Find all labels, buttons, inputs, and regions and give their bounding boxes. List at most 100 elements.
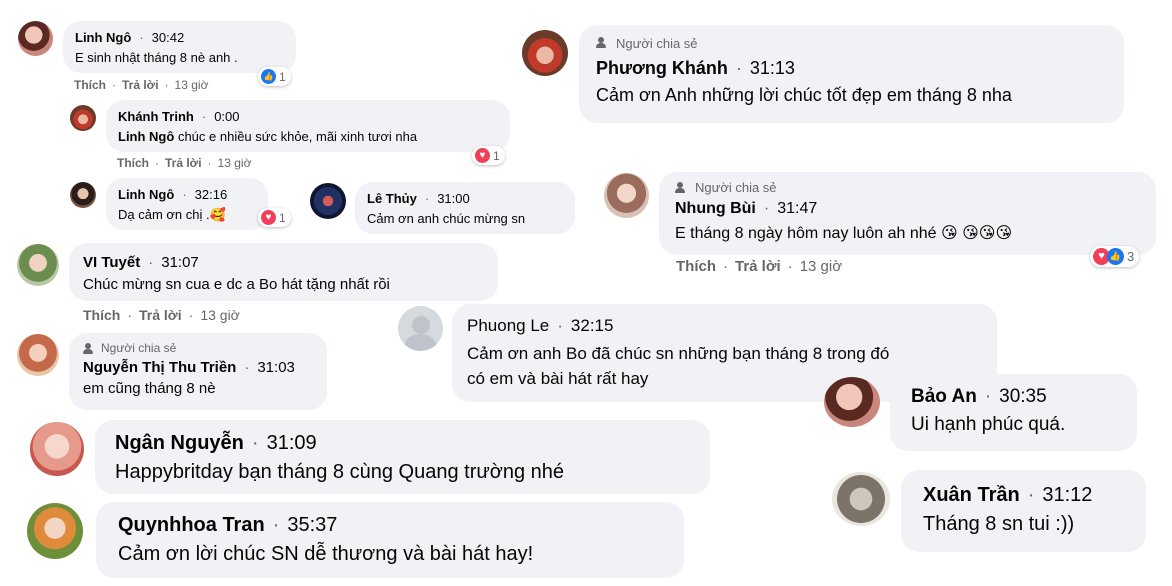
- comment-text: Tháng 8 sn tui :)): [923, 513, 1075, 535]
- comment-time[interactable]: 30:35: [999, 386, 1047, 407]
- avatar[interactable]: [27, 503, 83, 559]
- comment-text: E tháng 8 ngày hôm nay luôn ah nhé 😘 😘😘😘: [675, 225, 1013, 242]
- comment-actions: Thích · Trả lời · 13 giờ: [117, 156, 252, 170]
- comment-author[interactable]: Nguyễn Thị Thu Triền: [83, 359, 236, 376]
- comment-text: Cảm ơn anh Bo đã chúc sn những bạn tháng…: [467, 344, 890, 363]
- comment-time[interactable]: 31:09: [267, 432, 317, 454]
- comment-actions: Thích · Trả lời · 13 giờ: [83, 307, 240, 323]
- comment-bubble: Người chia sẻ Nguyễn Thị Thu Triền · 31:03…: [69, 333, 327, 410]
- comment-time[interactable]: 0:00: [214, 109, 239, 124]
- mention-tag[interactable]: Linh Ngô: [118, 129, 174, 144]
- people-icon: [675, 181, 689, 194]
- comment-time[interactable]: 35:37: [287, 514, 337, 536]
- comment-time[interactable]: 31:03: [257, 359, 295, 376]
- comment-author[interactable]: Xuân Trần: [923, 484, 1020, 506]
- comment-bubble: Bảo An · 30:35 Ui hạnh phúc quá.: [890, 374, 1137, 451]
- people-icon: [596, 37, 610, 50]
- comment-bubble: Xuân Trần · 31:12 Tháng 8 sn tui :)): [901, 470, 1146, 552]
- sharer-label: Người chia sẻ: [616, 36, 698, 51]
- comment-text: Happybritday bạn tháng 8 cùng Quang trườ…: [115, 461, 565, 483]
- comment-time[interactable]: 31:07: [161, 254, 199, 271]
- avatar[interactable]: [17, 244, 59, 286]
- like-link[interactable]: Thích: [74, 78, 106, 92]
- like-link[interactable]: Thích: [83, 307, 120, 323]
- avatar[interactable]: [604, 173, 649, 218]
- reply-link[interactable]: Trả lời: [165, 156, 202, 170]
- comment-text: Ui hạnh phúc quá.: [911, 414, 1066, 435]
- avatar[interactable]: [310, 183, 346, 219]
- reply-link[interactable]: Trả lời: [139, 307, 182, 323]
- sharer-label: Người chia sẻ: [101, 341, 177, 355]
- reaction-badge[interactable]: 1: [258, 67, 291, 86]
- sharer-badge: Người chia sẻ: [675, 180, 1140, 195]
- comment-bubble: Lê Thủy · 31:00 Cảm ơn anh chúc mừng sn: [355, 182, 575, 234]
- comment-bubble: Khánh Trinh · 0:00 Linh Ngô chúc e nhiều s…: [106, 100, 510, 152]
- comment-text: Dạ cảm ơn chị .🥰: [118, 207, 226, 222]
- avatar[interactable]: [70, 182, 96, 208]
- comment-author[interactable]: Phuong Le: [467, 316, 549, 335]
- comment-bubble: Linh Ngô · 32:16 Dạ cảm ơn chị .🥰: [106, 178, 268, 230]
- reaction-count: 1: [279, 69, 286, 84]
- comment-bubble: Người chia sẻ Phương Khánh · 31:13 Cảm ơn …: [579, 25, 1124, 123]
- comment-text: Chúc mừng sn cua e dc a Bo hát tặng nhất…: [83, 276, 390, 293]
- comment-bubble: Ngân Nguyễn · 31:09 Happybritday bạn tháng…: [95, 420, 710, 494]
- like-link[interactable]: Thích: [676, 258, 716, 275]
- comment-author[interactable]: VI Tuyết: [83, 254, 140, 271]
- comment-author[interactable]: Bảo An: [911, 386, 977, 407]
- comment-actions: Thích · Trả lời · 13 giờ: [74, 78, 209, 92]
- sharer-badge: Người chia sẻ: [596, 36, 1107, 51]
- avatar[interactable]: [398, 306, 443, 351]
- comment-text: E sinh nhật tháng 8 nè anh .: [75, 50, 238, 65]
- comment-time[interactable]: 30:42: [152, 30, 185, 45]
- avatar[interactable]: [824, 377, 880, 427]
- like-icon: [1107, 248, 1124, 265]
- avatar[interactable]: [832, 472, 890, 526]
- comment-text: chúc e nhiều sức khỏe, mãi xinh tươi nha: [174, 129, 418, 144]
- avatar[interactable]: [18, 21, 53, 56]
- sharer-label: Người chia sẻ: [695, 180, 777, 195]
- comment-time[interactable]: 31:13: [750, 58, 795, 78]
- comment-age: 13 giờ: [200, 307, 240, 323]
- avatar[interactable]: [17, 334, 59, 376]
- comment-text: Cảm ơn anh chúc mừng sn: [367, 211, 526, 226]
- avatar[interactable]: [70, 105, 96, 131]
- comment-age: 13 giờ: [217, 156, 252, 170]
- reply-link[interactable]: Trả lời: [735, 258, 781, 275]
- comment-author[interactable]: Ngân Nguyễn: [115, 432, 244, 454]
- comment-author[interactable]: Lê Thủy: [367, 191, 417, 206]
- comment-author[interactable]: Linh Ngô: [118, 187, 174, 202]
- reaction-badge[interactable]: 3: [1090, 246, 1140, 267]
- reaction-count: 1: [493, 148, 500, 163]
- comment-text: Cảm ơn lời chúc SN dễ thương và bài hát …: [118, 543, 534, 565]
- comment-author[interactable]: Khánh Trinh: [118, 109, 194, 124]
- heart-icon: [261, 210, 276, 225]
- comment-time[interactable]: 31:47: [777, 200, 817, 217]
- reaction-count: 1: [279, 210, 286, 225]
- heart-icon: [475, 148, 490, 163]
- comment-bubble: VI Tuyết · 31:07 Chúc mừng sn cua e dc a B…: [69, 243, 498, 301]
- comment-time[interactable]: 32:15: [571, 316, 614, 335]
- comment-author[interactable]: Nhung Bùi: [675, 200, 756, 217]
- comment-actions: Thích · Trả lời · 13 giờ: [676, 258, 843, 275]
- comment-text: em cũng tháng 8 nè: [83, 380, 216, 397]
- comment-author[interactable]: Quynhhoa Tran: [118, 514, 265, 536]
- reaction-badge[interactable]: 1: [258, 208, 291, 227]
- like-icon: [261, 69, 276, 84]
- comment-age: 13 giờ: [799, 258, 843, 275]
- comment-author[interactable]: Linh Ngô: [75, 30, 131, 45]
- sharer-badge: Người chia sẻ: [83, 341, 313, 355]
- comment-time[interactable]: 32:16: [195, 187, 228, 202]
- comment-time[interactable]: 31:12: [1042, 484, 1092, 506]
- comment-time[interactable]: 31:00: [437, 191, 470, 206]
- people-icon: [83, 342, 95, 354]
- avatar[interactable]: [30, 422, 84, 476]
- comment-age: 13 giờ: [174, 78, 209, 92]
- avatar[interactable]: [522, 30, 568, 76]
- reply-link[interactable]: Trả lời: [122, 78, 159, 92]
- reaction-badge[interactable]: 1: [472, 146, 505, 165]
- comment-bubble: Người chia sẻ Nhung Bùi · 31:47 E tháng 8 …: [659, 172, 1156, 255]
- comment-text: Cảm ơn Anh những lời chúc tốt đẹp em thá…: [596, 85, 1012, 105]
- comment-bubble: Linh Ngô · 30:42 E sinh nhật tháng 8 nè an…: [63, 21, 296, 73]
- comment-author[interactable]: Phương Khánh: [596, 58, 728, 78]
- like-link[interactable]: Thích: [117, 156, 149, 170]
